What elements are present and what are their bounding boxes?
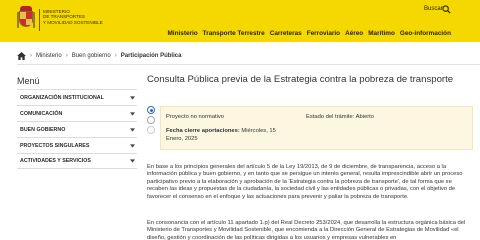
nav-maritimo[interactable]: Marítimo [368, 30, 395, 37]
logo-divider [39, 9, 40, 31]
search-link[interactable]: Buscar [424, 6, 443, 12]
sidebar-item-label: COMUNICACIÓN [20, 110, 63, 117]
breadcrumb-separator: › [114, 53, 117, 59]
breadcrumb-separator: › [65, 53, 68, 59]
breadcrumb-current: Participación Pública [120, 53, 182, 59]
main-navigation: Ministerio Transporte Terrestre Carreter… [167, 30, 451, 37]
chevron-down-icon [130, 95, 135, 100]
nav-aereo[interactable]: Aéreo [345, 30, 363, 37]
sidebar-item-buen-gobierno[interactable]: BUEN GOBIERNO [17, 121, 137, 137]
sidebar-item-label: BUEN GOBIERNO [20, 126, 66, 133]
coat-of-arms-icon [17, 6, 35, 32]
logo-line-3: y Movilidad Sostenible [43, 19, 103, 25]
sidebar-item-organizacion-institucional[interactable]: ORGANIZACIÓN INSTITUCIONAL [17, 89, 137, 105]
breadcrumb: › Ministerio › Buen gobierno › Participa… [17, 52, 181, 60]
breadcrumb-separator: › [30, 53, 32, 59]
sidebar-item-proyectos-singulares[interactable]: PROYECTOS SINGULARES [17, 137, 137, 153]
closing-date: Fecha cierre aportaciones: Miércoles, 15… [166, 127, 286, 143]
chevron-down-icon [130, 159, 135, 163]
chevron-down-icon [130, 127, 135, 132]
info-box: Proyecto no normativo Estado del trámite… [160, 106, 473, 150]
sidebar-item-label: ORGANIZACIÓN INSTITUCIONAL [20, 94, 104, 101]
breadcrumb-ministerio[interactable]: Ministerio [36, 53, 62, 59]
sidebar-item-comunicacion[interactable]: COMUNICACIÓN [17, 105, 137, 121]
nav-carreteras[interactable]: Carreteras [270, 30, 302, 37]
page-title: Consulta Pública previa de la Estrategia… [147, 74, 454, 85]
nav-geo-informacion[interactable]: Geo-información [400, 30, 451, 37]
step-indicator-3[interactable] [147, 126, 155, 134]
nav-ferroviario[interactable]: Ferroviario [307, 30, 340, 37]
ministry-logo[interactable]: Ministerio de Transportes y Movilidad So… [17, 6, 127, 36]
site-header: Ministerio de Transportes y Movilidad So… [0, 0, 480, 42]
sidebar-item-actividades-y-servicios[interactable]: ACTIVIDADES Y SERVICIOS [17, 153, 137, 169]
breadcrumb-divider [17, 64, 480, 65]
sidebar-item-label: PROYECTOS SINGULARES [20, 142, 90, 149]
home-icon[interactable] [17, 52, 26, 60]
nav-ministerio[interactable]: Ministerio [167, 30, 197, 37]
body-paragraph-2: En consonancia con el artículo 11 aparta… [147, 220, 466, 240]
breadcrumb-buen-gobierno[interactable]: Buen gobierno [72, 53, 111, 59]
search-icon[interactable] [442, 5, 451, 14]
nav-transporte-terrestre[interactable]: Transporte Terrestre [203, 30, 265, 37]
body-paragraph-1: En base a los principios generales del a… [147, 164, 463, 200]
closing-date-label: Fecha cierre aportaciones: [166, 128, 240, 134]
step-indicator [147, 106, 156, 150]
sidebar-title: Menú [17, 76, 40, 86]
procedure-type: Proyecto no normativo [166, 114, 224, 120]
step-indicator-2[interactable] [147, 116, 155, 124]
step-indicator-active[interactable] [147, 106, 155, 114]
main-content: Consulta Pública previa de la Estrategia… [147, 74, 473, 240]
sidebar-menu: ORGANIZACIÓN INSTITUCIONAL COMUNICACIÓN … [17, 89, 137, 169]
sidebar-item-label: ACTIVIDADES Y SERVICIOS [20, 158, 91, 164]
chevron-down-icon [130, 111, 135, 116]
chevron-down-icon [130, 143, 135, 148]
procedure-info: Proyecto no normativo Estado del trámite… [147, 106, 473, 150]
procedure-status: Estado del trámite: Abierto [306, 114, 374, 120]
logo-text: Ministerio de Transportes y Movilidad So… [43, 9, 133, 25]
